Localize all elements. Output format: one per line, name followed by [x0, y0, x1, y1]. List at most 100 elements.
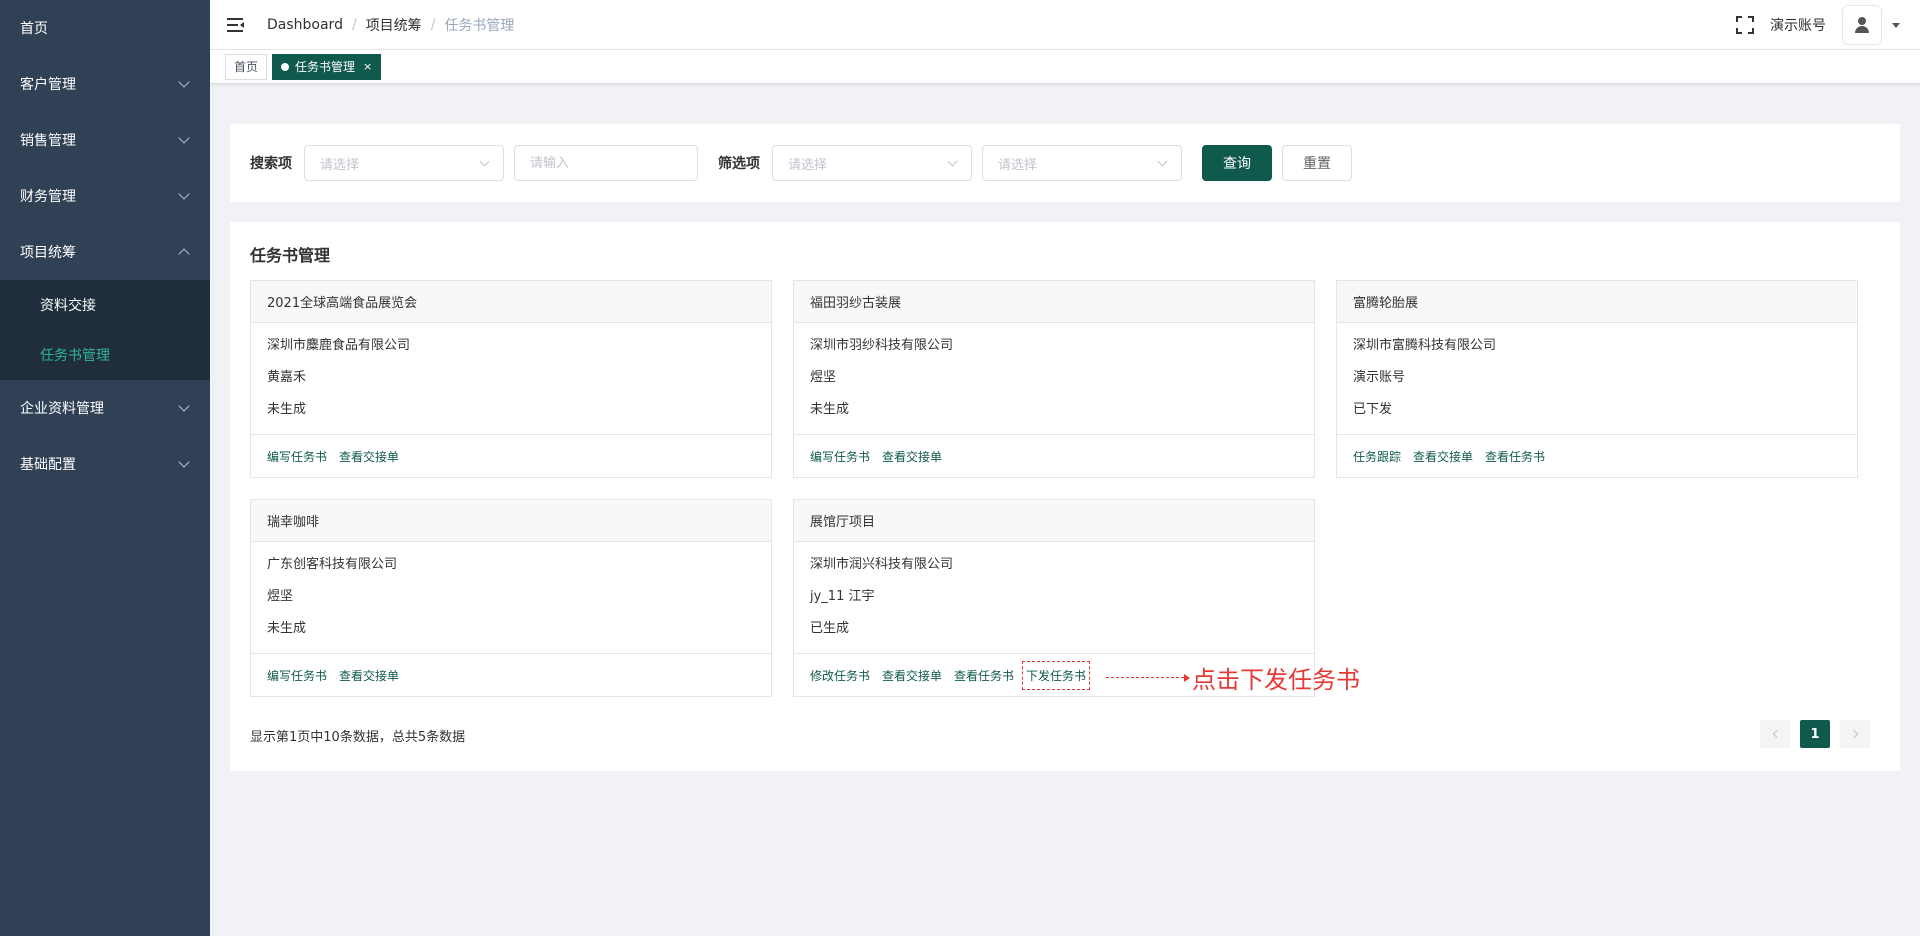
- annotation-callout: 点击下发任务书: [1106, 660, 1360, 695]
- view-handover-link[interactable]: 查看交接单: [882, 667, 942, 684]
- search-label: 搜索项: [250, 156, 292, 172]
- view-taskbook-link[interactable]: 查看任务书: [1485, 448, 1545, 465]
- sidebar-item-label: 客户管理: [20, 77, 76, 93]
- card-company: 深圳市麋鹿食品有限公司: [267, 338, 411, 353]
- breadcrumb-dashboard[interactable]: Dashboard: [267, 17, 343, 33]
- page-title: 任务书管理: [250, 246, 331, 265]
- sidebar-item-label: 财务管理: [20, 189, 76, 205]
- header-right: 演示账号: [1736, 0, 1920, 50]
- prev-page-button[interactable]: [1760, 720, 1790, 748]
- close-icon[interactable]: ×: [363, 60, 372, 73]
- sidebar-subitem-handover[interactable]: 资料交接: [0, 280, 210, 330]
- sidebar-item-label: 资料交接: [40, 298, 96, 314]
- view-handover-link[interactable]: 查看交接单: [1413, 448, 1473, 465]
- write-taskbook-link[interactable]: 编写任务书: [810, 448, 870, 465]
- chevron-down-icon: [479, 156, 490, 167]
- annotation-text: 点击下发任务书: [1192, 666, 1360, 694]
- sidebar-item-label: 基础配置: [20, 457, 76, 473]
- query-button[interactable]: 查询: [1202, 145, 1272, 181]
- card-title: 瑞幸咖啡: [251, 500, 771, 542]
- project-card: 2021全球高端食品展览会 深圳市麋鹿食品有限公司 黄嘉禾 未生成 编写任务书 …: [250, 280, 772, 478]
- tag-label: 首页: [234, 60, 259, 74]
- sidebar-item-finance[interactable]: 财务管理: [0, 168, 210, 224]
- sidebar-item-home[interactable]: 首页: [0, 0, 210, 56]
- breadcrumb-separator: /: [430, 16, 436, 33]
- submenu-project: 资料交接 任务书管理: [0, 280, 210, 380]
- card-body: 深圳市羽纱科技有限公司 煜坚 未生成: [794, 323, 1314, 435]
- view-handover-link[interactable]: 查看交接单: [339, 667, 399, 684]
- card-body: 深圳市富腾科技有限公司 演示账号 已下发: [1337, 323, 1857, 435]
- chevron-left-icon: [1772, 729, 1781, 739]
- page-number[interactable]: 1: [1800, 720, 1830, 748]
- user-icon: [1854, 17, 1870, 33]
- filter-select-1[interactable]: 请选择: [772, 145, 972, 181]
- card-person: 煜坚: [810, 370, 837, 385]
- card-person: 黄嘉禾: [267, 370, 307, 385]
- tags-view: 首页 任务书管理 ×: [210, 50, 1920, 84]
- view-handover-link[interactable]: 查看交接单: [882, 448, 942, 465]
- card-body: 深圳市麋鹿食品有限公司 黄嘉禾 未生成: [251, 323, 771, 435]
- reset-button[interactable]: 重置: [1282, 145, 1352, 181]
- sidebar: 首页 客户管理 销售管理 财务管理 项目统筹 资料交接 任务书管理 企业资料管理…: [0, 0, 210, 936]
- top-header: Dashboard / 项目统筹 / 任务书管理 演示账号: [210, 0, 1920, 50]
- edit-taskbook-link[interactable]: 修改任务书: [810, 667, 870, 684]
- card-body: 深圳市润兴科技有限公司 jy_11 江宇 已生成: [794, 542, 1314, 654]
- fullscreen-icon[interactable]: [1736, 16, 1754, 34]
- chevron-down-icon: [178, 456, 190, 468]
- issue-taskbook-link[interactable]: 下发任务书: [1022, 660, 1091, 690]
- sidebar-item-label: 企业资料管理: [20, 401, 104, 417]
- card-title: 展馆厅项目: [794, 500, 1314, 542]
- breadcrumb-separator: /: [351, 16, 357, 33]
- card-company: 广东创客科技有限公司: [267, 557, 398, 572]
- breadcrumb: Dashboard / 项目统筹 / 任务书管理: [267, 15, 514, 35]
- avatar[interactable]: [1842, 5, 1882, 45]
- write-taskbook-link[interactable]: 编写任务书: [267, 667, 327, 684]
- select-placeholder: 请选择: [788, 157, 828, 173]
- chevron-down-icon: [178, 76, 190, 88]
- card-person: 煜坚: [267, 589, 294, 604]
- write-taskbook-link[interactable]: 编写任务书: [267, 448, 327, 465]
- breadcrumb-project: 项目统筹: [365, 17, 422, 34]
- card-status: 未生成: [267, 402, 307, 417]
- view-handover-link[interactable]: 查看交接单: [339, 448, 399, 465]
- card-person: jy_11 江宇: [810, 589, 875, 604]
- annotation-dashed-line: [1106, 677, 1184, 678]
- card-person: 演示账号: [1353, 370, 1406, 385]
- sidebar-item-label: 项目统筹: [20, 245, 76, 261]
- tag-home[interactable]: 首页: [225, 53, 268, 80]
- filter-select-2[interactable]: 请选择: [982, 145, 1182, 181]
- chevron-down-icon: [947, 156, 958, 167]
- sidebar-item-sales[interactable]: 销售管理: [0, 112, 210, 168]
- next-page-button[interactable]: [1840, 720, 1870, 748]
- sidebar-item-project[interactable]: 项目统筹: [0, 224, 210, 280]
- track-task-link[interactable]: 任务跟踪: [1353, 448, 1401, 465]
- pagination: 1: [1750, 720, 1870, 748]
- card-status: 未生成: [810, 402, 850, 417]
- sidebar-item-customer[interactable]: 客户管理: [0, 56, 210, 112]
- chevron-down-icon: [178, 188, 190, 200]
- view-taskbook-link[interactable]: 查看任务书: [954, 667, 1014, 684]
- card-body: 广东创客科技有限公司 煜坚 未生成: [251, 542, 771, 654]
- card-title: 富腾轮胎展: [1337, 281, 1857, 323]
- search-input[interactable]: [514, 145, 698, 181]
- chevron-down-icon: [1157, 156, 1168, 167]
- sidebar-item-enterprise[interactable]: 企业资料管理: [0, 380, 210, 436]
- sidebar-item-config[interactable]: 基础配置: [0, 436, 210, 492]
- project-card: 福田羽纱古装展 深圳市羽纱科技有限公司 煜坚 未生成 编写任务书 查看交接单: [793, 280, 1315, 478]
- sidebar-subitem-taskbook[interactable]: 任务书管理: [0, 330, 210, 380]
- search-select[interactable]: 请选择: [304, 145, 504, 181]
- pagination-info: 显示第1页中10条数据，总共5条数据: [250, 730, 466, 745]
- hamburger-icon[interactable]: [227, 17, 245, 32]
- card-company: 深圳市羽纱科技有限公司: [810, 338, 954, 353]
- sidebar-item-label: 首页: [20, 21, 48, 37]
- taskbook-panel: 任务书管理 2021全球高端食品展览会 深圳市麋鹿食品有限公司 黄嘉禾 未生成 …: [230, 222, 1900, 771]
- username[interactable]: 演示账号: [1770, 15, 1826, 35]
- search-panel: 搜索项 请选择 筛选项 请选择 请选择 查询 重置: [230, 124, 1900, 202]
- card-actions: 编写任务书 查看交接单: [251, 654, 771, 696]
- card-status: 已生成: [810, 621, 850, 636]
- card-title: 福田羽纱古装展: [794, 281, 1314, 323]
- tag-taskbook[interactable]: 任务书管理 ×: [272, 53, 382, 80]
- caret-down-icon[interactable]: [1892, 22, 1900, 28]
- card-actions: 编写任务书 查看交接单: [251, 435, 771, 477]
- select-placeholder: 请选择: [320, 157, 360, 173]
